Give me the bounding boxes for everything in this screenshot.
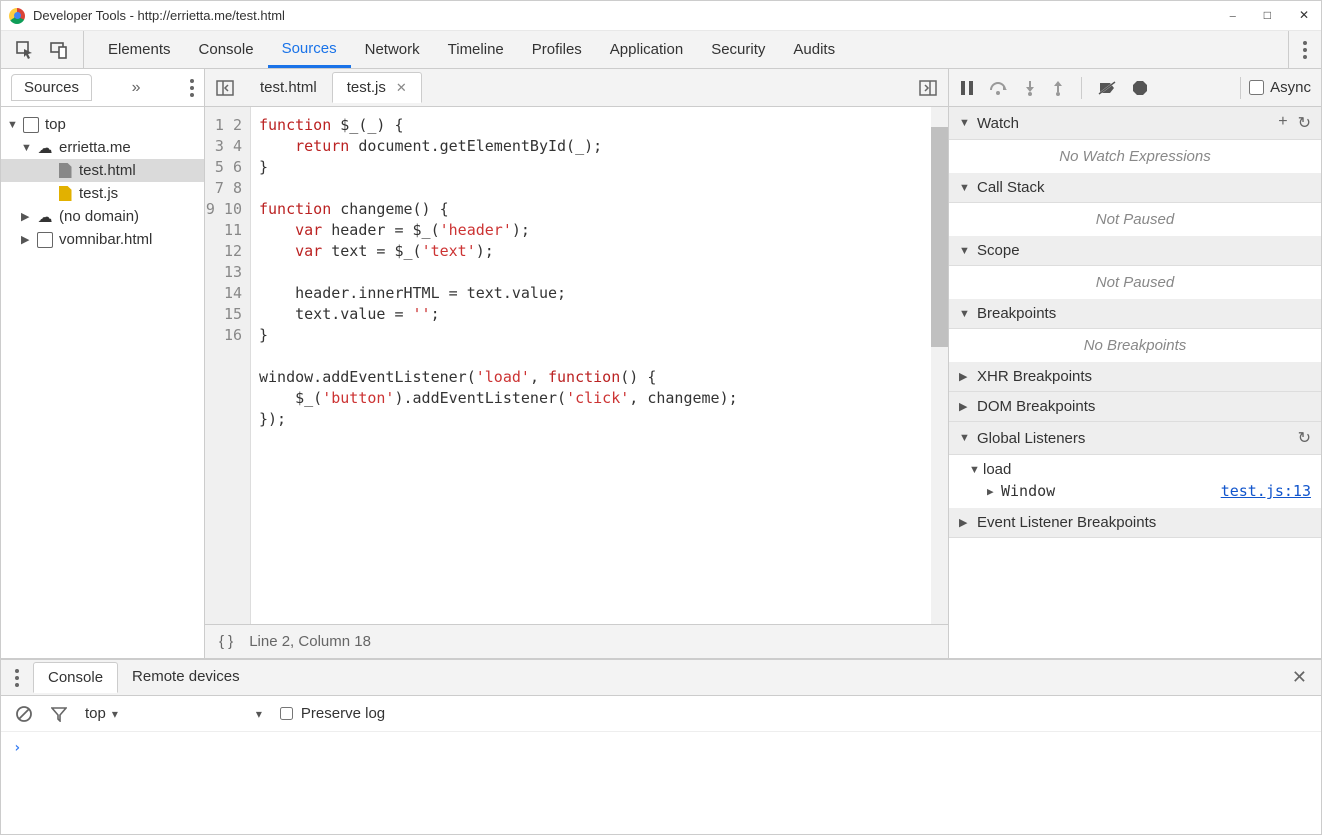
- preserve-log-label[interactable]: Preserve log: [280, 705, 385, 722]
- drawer-menu-icon[interactable]: [15, 669, 19, 687]
- step-out-icon[interactable]: [1051, 80, 1065, 96]
- main-tab-sources[interactable]: Sources: [268, 31, 351, 68]
- tree-top[interactable]: top: [1, 113, 204, 136]
- add-watch-icon[interactable]: +: [1278, 113, 1287, 133]
- async-label: Async: [1270, 79, 1311, 96]
- callstack-body: Not Paused: [949, 203, 1321, 236]
- global-listener-event[interactable]: ▼load: [949, 459, 1321, 480]
- deactivate-breakpoints-icon[interactable]: [1098, 80, 1118, 96]
- global-listener-target[interactable]: ▶Windowtest.js:13: [949, 480, 1321, 502]
- watch-section-header[interactable]: ▼Watch+↻: [949, 107, 1321, 140]
- window-title: Developer Tools - http://errietta.me/tes…: [33, 8, 1226, 23]
- file-tab-test-html[interactable]: test.html: [245, 72, 332, 103]
- close-tab-icon[interactable]: ✕: [396, 80, 407, 96]
- main-toolbar: ElementsConsoleSourcesNetworkTimelinePro…: [1, 31, 1321, 69]
- minimize-button[interactable]: –: [1226, 4, 1240, 27]
- window-titlebar: Developer Tools - http://errietta.me/tes…: [1, 1, 1321, 31]
- event-listener-bp-header[interactable]: ▶Event Listener Breakpoints: [949, 508, 1321, 538]
- dom-section-header[interactable]: ▶DOM Breakpoints: [949, 392, 1321, 422]
- watch-body: No Watch Expressions: [949, 140, 1321, 173]
- tree-vomnibar[interactable]: vomnibar.html: [1, 228, 204, 251]
- inspect-element-icon[interactable]: [15, 40, 35, 60]
- main-tab-profiles[interactable]: Profiles: [518, 31, 596, 68]
- step-into-icon[interactable]: [1023, 80, 1037, 96]
- main-tab-network[interactable]: Network: [351, 31, 434, 68]
- console-level-select[interactable]: [256, 707, 262, 721]
- close-window-button[interactable]: ✕: [1295, 4, 1313, 27]
- breakpoints-body: No Breakpoints: [949, 329, 1321, 362]
- main-tab-audits[interactable]: Audits: [779, 31, 849, 68]
- step-over-icon[interactable]: [989, 80, 1009, 96]
- breakpoints-section-header[interactable]: ▼Breakpoints: [949, 299, 1321, 329]
- more-menu-icon[interactable]: [1303, 41, 1307, 59]
- sidebar-overflow-icon[interactable]: »: [132, 79, 141, 97]
- debugger-pane: Async ▼Watch+↻ No Watch Expressions ▼Cal…: [949, 69, 1321, 658]
- global-listeners-header[interactable]: ▼Global Listeners↻: [949, 422, 1321, 455]
- console-drawer: ConsoleRemote devices ✕ top Preserve log…: [1, 659, 1321, 834]
- drawer-tab-console[interactable]: Console: [33, 662, 118, 693]
- console-prompt-icon: ›: [13, 740, 21, 756]
- main-tab-console[interactable]: Console: [185, 31, 268, 68]
- editor-scrollbar[interactable]: [931, 107, 948, 624]
- preserve-log-checkbox[interactable]: [280, 707, 293, 720]
- tree-file-test-js[interactable]: test.js: [1, 182, 204, 205]
- toggle-navigator-icon[interactable]: [205, 78, 245, 98]
- file-tab-test-js[interactable]: test.js✕: [332, 72, 422, 103]
- line-gutter[interactable]: 1 2 3 4 5 6 7 8 9 10 11 12 13 14 15 16: [205, 107, 251, 624]
- scope-section-header[interactable]: ▼Scope: [949, 236, 1321, 266]
- chrome-icon: [9, 8, 25, 24]
- maximize-button[interactable]: □: [1260, 4, 1275, 27]
- pause-icon[interactable]: [959, 80, 975, 96]
- callstack-section-header[interactable]: ▼Call Stack: [949, 173, 1321, 203]
- main-tab-timeline[interactable]: Timeline: [434, 31, 518, 68]
- device-toggle-icon[interactable]: [49, 40, 69, 60]
- refresh-listeners-icon[interactable]: ↻: [1298, 428, 1311, 448]
- console-input-area[interactable]: ›: [1, 732, 1321, 834]
- tree-domain[interactable]: ☁errietta.me: [1, 136, 204, 159]
- sidebar-menu-icon[interactable]: [190, 79, 194, 97]
- filter-icon[interactable]: [51, 706, 67, 722]
- pretty-print-icon[interactable]: { }: [219, 633, 233, 650]
- pause-exceptions-icon[interactable]: [1132, 80, 1148, 96]
- toggle-debugger-icon[interactable]: [908, 78, 948, 98]
- close-drawer-icon[interactable]: ✕: [1278, 667, 1321, 688]
- xhr-section-header[interactable]: ▶XHR Breakpoints: [949, 362, 1321, 392]
- editor-area: test.htmltest.js✕ 1 2 3 4 5 6 7 8 9 10 1…: [205, 69, 949, 658]
- main-tab-elements[interactable]: Elements: [94, 31, 185, 68]
- drawer-tab-remote-devices[interactable]: Remote devices: [118, 662, 254, 693]
- main-tab-security[interactable]: Security: [697, 31, 779, 68]
- tree-nodomain[interactable]: ☁(no domain): [1, 205, 204, 228]
- sources-sidebar: Sources » top ☁errietta.me test.html tes…: [1, 69, 205, 658]
- code-editor[interactable]: function $_(_) { return document.getElem…: [251, 107, 931, 624]
- main-tab-application[interactable]: Application: [596, 31, 697, 68]
- sources-pane-tab[interactable]: Sources: [11, 74, 92, 101]
- tree-file-test-html[interactable]: test.html: [1, 159, 204, 182]
- scope-body: Not Paused: [949, 266, 1321, 299]
- async-checkbox[interactable]: [1249, 80, 1264, 95]
- console-context-select[interactable]: top: [85, 705, 118, 722]
- clear-console-icon[interactable]: [15, 705, 33, 723]
- listener-source-link[interactable]: test.js:13: [1221, 482, 1311, 500]
- cursor-position: Line 2, Column 18: [249, 633, 371, 650]
- refresh-watch-icon[interactable]: ↻: [1298, 113, 1311, 133]
